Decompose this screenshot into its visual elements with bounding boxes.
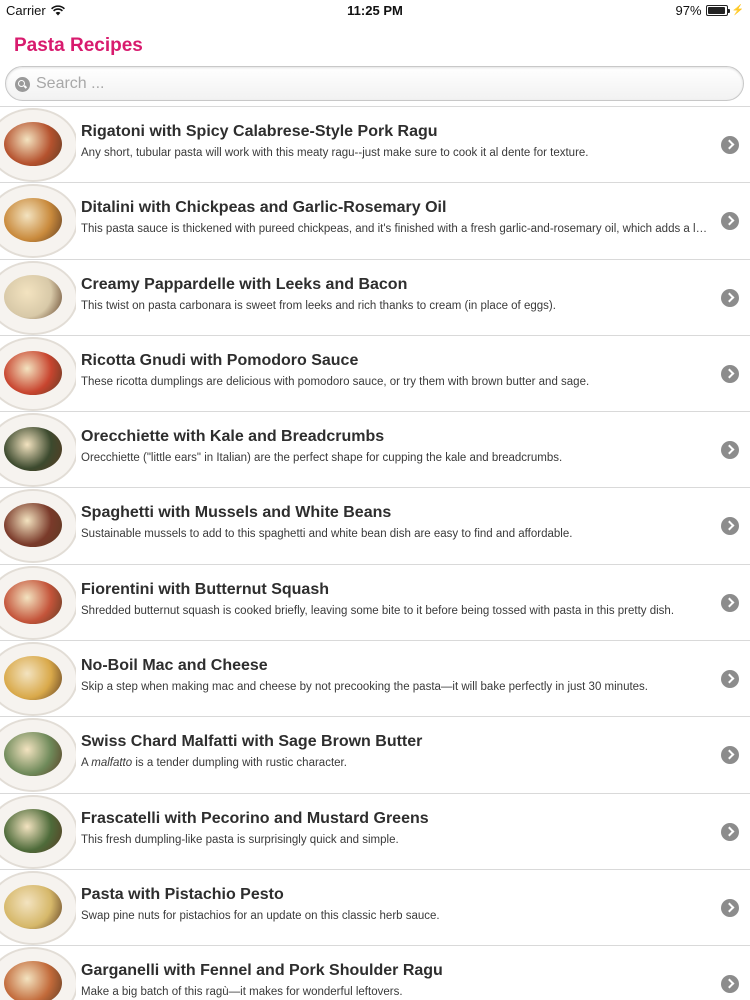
recipe-description: Skip a step when making mac and cheese b… — [81, 681, 648, 694]
recipe-row[interactable]: Orecchiette with Kale and Breadcrumbs Ore… — [0, 412, 750, 489]
chevron-right-icon[interactable] — [721, 822, 739, 841]
recipe-row[interactable]: Garganelli with Fennel and Pork Shoulder… — [0, 946, 750, 1000]
recipe-title: Orecchiette with Kale and Breadcrumbs — [81, 428, 385, 446]
food-image — [4, 198, 62, 243]
recipe-row[interactable]: Ditalini with Chickpeas and Garlic-Rosem… — [0, 183, 750, 260]
recipe-description: This fresh dumpling-like pasta is surpri… — [81, 833, 399, 846]
recipe-thumbnail — [0, 108, 76, 182]
recipe-description: Any short, tubular pasta will work with … — [81, 147, 589, 159]
description-italic: malfatto — [91, 757, 133, 770]
recipe-row[interactable]: Pasta with Pistachio Pesto Swap pine nuts… — [0, 869, 750, 947]
recipe-row[interactable]: Creamy Pappardelle with Leeks and Bacon T… — [0, 259, 750, 336]
chevron-right-icon[interactable] — [721, 364, 739, 383]
recipe-thumbnail — [0, 947, 76, 1000]
food-image — [4, 274, 62, 319]
recipe-row[interactable]: Swiss Chard Malfatti with Sage Brown But… — [0, 717, 750, 794]
chevron-right-icon[interactable] — [721, 975, 739, 994]
recipe-row[interactable]: Fiorentini with Butternut Squash Shredded… — [0, 564, 750, 642]
battery-level — [707, 7, 725, 14]
recipe-description: A malfatto is a tender dumpling with rus… — [81, 757, 711, 769]
food-image — [4, 961, 62, 1000]
recipe-description: Shredded butternut squash is cooked brie… — [81, 604, 675, 617]
recipe-title: Pasta with Pistachio Pesto — [81, 885, 284, 903]
recipe-title: Swiss Chard Malfatti with Sage Brown But… — [81, 733, 423, 751]
status-time: 11:25 PM — [347, 3, 403, 18]
food-image — [4, 884, 62, 929]
description-suffix: is a tender dumpling with rustic charact… — [132, 757, 347, 770]
description-prefix: A — [81, 757, 92, 770]
search-icon — [15, 77, 30, 92]
food-image — [4, 808, 62, 853]
recipe-title: Spaghetti with Mussels and White Beans — [81, 504, 392, 522]
recipe-thumbnail — [0, 795, 76, 869]
status-bar: Carrier 11:25 PM 97% ⚡ — [0, 0, 750, 22]
recipe-list: Rigatoni with Spicy Calabrese-Style Pork… — [0, 106, 750, 1000]
food-image — [4, 427, 62, 472]
recipe-row[interactable]: Spaghetti with Mussels and White Beans Su… — [0, 488, 750, 565]
chevron-right-icon[interactable] — [721, 212, 739, 231]
recipe-description: Swap pine nuts for pistachios for an upd… — [81, 909, 440, 922]
recipe-thumbnail — [0, 718, 76, 792]
recipe-title: Garganelli with Fennel and Pork Shoulder… — [81, 962, 443, 980]
search-bar[interactable] — [5, 66, 744, 101]
recipe-description: This twist on pasta carbonara is sweet f… — [81, 299, 556, 312]
page-title: Pasta Recipes — [14, 35, 143, 56]
recipe-thumbnail — [0, 184, 76, 258]
chevron-right-icon[interactable] — [721, 517, 739, 536]
chevron-right-icon[interactable] — [721, 288, 739, 307]
chevron-right-icon[interactable] — [721, 441, 739, 460]
status-right: 97% ⚡ — [676, 3, 744, 18]
chevron-right-icon[interactable] — [721, 136, 739, 154]
recipe-row[interactable]: Frascatelli with Pecorino and Mustard Gr… — [0, 793, 750, 870]
search-input[interactable] — [36, 73, 726, 95]
battery-percent: 97% — [675, 3, 702, 18]
battery-icon — [705, 5, 730, 16]
charging-icon: ⚡ — [731, 5, 744, 16]
recipe-description: Orecchiette ("little ears" in Italian) a… — [81, 452, 563, 465]
food-image — [4, 350, 62, 395]
recipe-description: These ricotta dumplings are delicious wi… — [81, 375, 590, 388]
recipe-row[interactable]: Ricotta Gnudi with Pomodoro Sauce These r… — [0, 335, 750, 413]
recipe-thumbnail — [0, 642, 76, 716]
food-image — [4, 579, 62, 624]
recipe-description: Sustainable mussels to add to this spagh… — [81, 528, 573, 541]
chevron-right-icon[interactable] — [721, 670, 739, 689]
food-image — [4, 656, 62, 701]
recipe-row[interactable]: No-Boil Mac and Cheese Skip a step when m… — [0, 641, 750, 718]
recipe-thumbnail — [0, 261, 76, 335]
recipe-thumbnail — [0, 337, 76, 411]
recipe-title: Frascatelli with Pecorino and Mustard Gr… — [81, 809, 429, 827]
chevron-right-icon[interactable] — [721, 898, 739, 917]
recipe-title: No-Boil Mac and Cheese — [81, 657, 268, 675]
recipe-title: Fiorentini with Butternut Squash — [81, 580, 329, 598]
chevron-right-icon[interactable] — [721, 746, 739, 765]
recipe-title: Ditalini with Chickpeas and Garlic-Rosem… — [81, 199, 447, 217]
recipe-row[interactable]: Rigatoni with Spicy Calabrese-Style Pork… — [0, 107, 750, 184]
recipe-thumbnail — [0, 566, 76, 640]
recipe-description: This pasta sauce is thickened with puree… — [81, 223, 711, 236]
recipe-description: Make a big batch of this ragù—it makes f… — [81, 986, 403, 999]
recipe-thumbnail — [0, 489, 76, 563]
recipe-title: Creamy Pappardelle with Leeks and Bacon — [81, 275, 408, 293]
recipe-thumbnail — [0, 413, 76, 487]
chevron-right-icon[interactable] — [721, 593, 739, 612]
recipe-thumbnail — [0, 871, 76, 945]
recipe-title: Ricotta Gnudi with Pomodoro Sauce — [81, 351, 359, 369]
food-image — [4, 122, 62, 166]
recipe-title: Rigatoni with Spicy Calabrese-Style Pork… — [81, 123, 438, 140]
